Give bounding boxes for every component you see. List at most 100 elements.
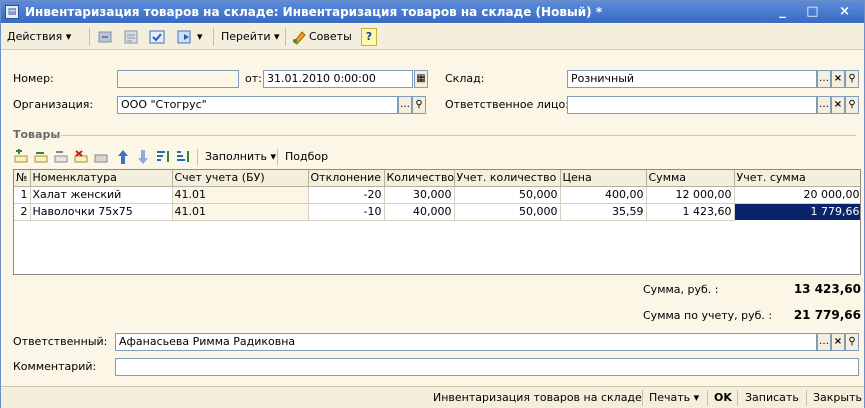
clear-icon[interactable]: × (831, 333, 845, 351)
sum-cell[interactable]: 1 423,60 (646, 203, 735, 221)
column-header[interactable]: Отклонение (308, 170, 385, 187)
quantity-cell[interactable]: 30,000 (384, 186, 455, 204)
warehouse-label: Склад: (445, 72, 485, 85)
toolbar-separator (213, 28, 214, 46)
main-toolbar: Действия ▾ ▾ Перейти ▾ Советы ? (1, 24, 864, 50)
goto-menu-button[interactable]: Перейти ▾ (221, 28, 280, 46)
open-search-icon[interactable]: ⚲ (845, 333, 859, 351)
based-on-dropdown[interactable]: ▾ (197, 28, 203, 46)
window-title: Инвентаризация товаров на складе: Инвент… (25, 5, 603, 19)
select-items-button[interactable]: Подбор (285, 149, 328, 165)
move-down-icon[interactable] (135, 149, 151, 165)
sum-cell[interactable]: 12 000,00 (646, 186, 735, 204)
title-bar[interactable]: ▤ Инвентаризация товаров на складе: Инве… (1, 1, 864, 23)
select-ellipsis-icon[interactable]: … (817, 333, 831, 351)
print-menu-button[interactable]: Печать ▾ (649, 390, 699, 406)
fill-menu-button[interactable]: Заполнить ▾ (205, 149, 276, 165)
close-button[interactable]: Закрыть (813, 390, 862, 406)
quantity-cell[interactable]: 40,000 (384, 203, 455, 221)
sum-label: Сумма, руб. : (643, 283, 719, 296)
toolbar-separator (285, 28, 286, 46)
account-sum-cell-selected[interactable]: 1 779,66 (733, 202, 860, 221)
copy-row-icon[interactable] (33, 149, 49, 165)
window-controls[interactable]: _ □ × (779, 1, 858, 23)
organization-field[interactable]: ООО "Стогрус" (117, 96, 398, 114)
tips-button[interactable]: Советы (309, 28, 352, 46)
section-divider (61, 135, 856, 136)
account-cell[interactable]: 41.01 (172, 203, 309, 221)
open-search-icon[interactable]: ⚲ (845, 96, 859, 114)
table-header-row: № Номенклатура Счет учета (БУ) Отклонени… (14, 170, 860, 187)
date-field[interactable]: 31.01.2010 0:00:00 (263, 70, 413, 88)
responsible-label: Ответственный: (13, 335, 108, 348)
help-button[interactable]: ? (361, 28, 377, 46)
account-cell[interactable]: 41.01 (172, 186, 309, 204)
select-ellipsis-icon[interactable]: … (817, 96, 831, 114)
calendar-icon[interactable]: ▦ (414, 70, 428, 88)
row-number: 2 (14, 203, 31, 221)
row-number: 1 (14, 186, 31, 204)
toolbar-separator (707, 390, 708, 406)
add-row-icon[interactable] (13, 149, 29, 165)
item-cell[interactable]: Наволочки 75х75 (30, 203, 173, 221)
actions-menu-button[interactable]: Действия ▾ (7, 28, 71, 46)
warehouse-field[interactable]: Розничный (567, 70, 817, 88)
column-header[interactable]: № (14, 170, 31, 187)
post-document-icon[interactable] (97, 29, 113, 45)
document-icon: ▤ (5, 5, 19, 19)
account-sum-label: Сумма по учету, руб. : (643, 309, 773, 322)
toolbar-separator (806, 390, 807, 406)
goods-toolbar: Заполнить ▾ Подбор (13, 146, 858, 168)
save-button[interactable]: Записать (745, 390, 799, 406)
column-header[interactable]: Учет. количество (454, 170, 561, 187)
column-header[interactable]: Цена (560, 170, 647, 187)
structure-icon[interactable] (123, 29, 139, 45)
select-ellipsis-icon[interactable]: … (398, 96, 412, 114)
account-quantity-cell[interactable]: 50,000 (454, 203, 561, 221)
deviation-cell: -10 (308, 203, 385, 221)
organization-label: Организация: (13, 98, 94, 111)
goods-section-title: Товары (13, 128, 61, 141)
document-window: ▤ Инвентаризация товаров на складе: Инве… (0, 0, 865, 408)
goods-table[interactable]: № Номенклатура Счет учета (БУ) Отклонени… (13, 169, 861, 275)
comment-field[interactable] (115, 358, 859, 376)
table-row[interactable]: 1 Халат женский 41.01 -20 30,000 50,000 … (14, 186, 860, 204)
responsible-field[interactable]: Афанасьева Римма Радиковна (115, 333, 817, 351)
toolbar-separator (277, 149, 278, 165)
item-cell[interactable]: Халат женский (30, 186, 173, 204)
move-up-icon[interactable] (115, 149, 131, 165)
end-edit-icon[interactable] (93, 149, 109, 165)
based-on-icon[interactable] (177, 29, 193, 45)
toolbar-separator (89, 28, 90, 46)
toolbar-separator (737, 390, 738, 406)
table-row[interactable]: 2 Наволочки 75х75 41.01 -10 40,000 50,00… (14, 202, 860, 221)
sort-descending-icon[interactable] (175, 149, 191, 165)
open-search-icon[interactable]: ⚲ (845, 70, 859, 88)
bottom-command-bar: Инвентаризация товаров на складе Печать … (1, 386, 864, 408)
price-cell[interactable]: 400,00 (560, 186, 647, 204)
tips-icon (293, 31, 306, 45)
column-header[interactable]: Счет учета (БУ) (172, 170, 309, 187)
responsible-person-field[interactable] (567, 96, 817, 114)
column-header[interactable]: Номенклатура (30, 170, 173, 187)
ok-button[interactable]: OK (714, 390, 732, 406)
clear-icon[interactable]: × (831, 70, 845, 88)
sort-ascending-icon[interactable] (155, 149, 171, 165)
select-ellipsis-icon[interactable]: … (817, 70, 831, 88)
edit-row-icon[interactable] (53, 149, 69, 165)
column-header[interactable]: Учет. сумма (734, 170, 860, 187)
movements-icon[interactable] (149, 29, 165, 45)
column-header[interactable]: Количество (384, 170, 455, 187)
delete-row-icon[interactable] (73, 149, 89, 165)
sum-value: 13 423,60 (793, 282, 861, 296)
account-sum-cell[interactable]: 20 000,00 (734, 186, 860, 204)
document-print-form-button[interactable]: Инвентаризация товаров на складе (433, 390, 642, 406)
clear-icon[interactable]: × (831, 96, 845, 114)
price-cell[interactable]: 35,59 (560, 203, 647, 221)
open-search-icon[interactable]: ⚲ (412, 96, 426, 114)
account-sum-value: 21 779,66 (793, 308, 861, 322)
column-header[interactable]: Сумма (646, 170, 735, 187)
number-field[interactable] (117, 70, 239, 88)
deviation-cell: -20 (308, 186, 385, 204)
account-quantity-cell[interactable]: 50,000 (454, 186, 561, 204)
